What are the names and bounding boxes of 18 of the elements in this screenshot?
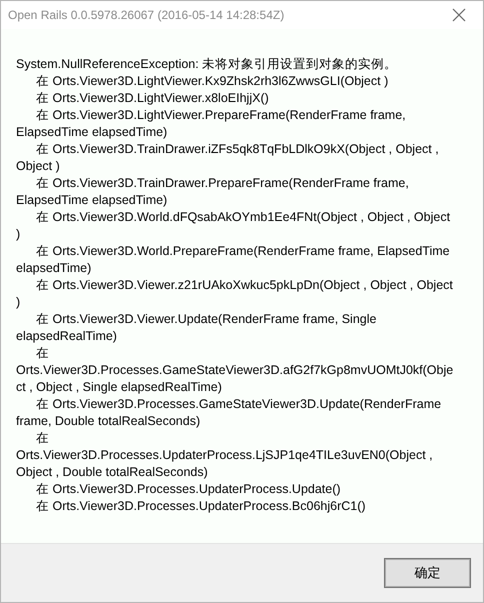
window-title: Open Rails 0.0.5978.26067 (2016-05-14 14:28:54Z)	[8, 8, 284, 22]
stack-trace-line: 在 Orts.Viewer3D.Processes.UpdaterProcess.Update()	[35, 481, 342, 498]
stack-trace-line: 在 Orts.Viewer3D.Viewer.z21rUAkoXwkuc5pkLpDn(Object , Object , Object )	[16, 277, 454, 311]
stack-trace-line: 在 Orts.Viewer3D.Processes.UpdaterProcess.LjSJP1qe4TILe3uvEN0(Object , Object , Double totalRealSeconds)	[16, 430, 434, 481]
close-icon	[452, 8, 466, 22]
error-message: System.NullReferenceException: 未将对象引用设置到对象的实例。	[16, 56, 398, 73]
stack-trace-line: 在 Orts.Viewer3D.Processes.GameStateViewer3D.afG2f7kGp8mvUOMtJ0kf(Object , Object , Single elapsedRealTime)	[16, 345, 454, 396]
ok-button[interactable]: 确定	[384, 558, 471, 588]
stack-trace-line: 在 Orts.Viewer3D.LightViewer.PrepareFrame(RenderFrame frame, ElapsedTime elapsedTime)	[16, 107, 407, 141]
stack-trace-line: 在 Orts.Viewer3D.World.dFQsabAkOYmb1Ee4FNt(Object , Object , Object )	[16, 209, 452, 243]
stack-trace-line: 在 Orts.Viewer3D.LightViewer.x8loEIhjjX()	[35, 90, 270, 107]
stack-trace-line: 在 Orts.Viewer3D.Viewer.Update(RenderFrame frame, Single elapsedRealTime)	[16, 311, 378, 345]
stack-trace-line: 在 Orts.Viewer3D.Processes.UpdaterProcess.Bc06hj6rC1()	[35, 498, 367, 515]
stack-trace-line: 在 Orts.Viewer3D.LightViewer.Kx9Zhsk2rh3l6ZwwsGLI(Object )	[35, 73, 390, 90]
stack-trace-line: 在 Orts.Viewer3D.TrainDrawer.PrepareFrame(RenderFrame frame, ElapsedTime elapsedTime)	[16, 175, 410, 209]
stack-trace-line: 在 Orts.Viewer3D.TrainDrawer.iZFs5qk8TqFbLDlkO9kX(Object , Object , Object )	[16, 141, 440, 175]
stack-trace-line: 在 Orts.Viewer3D.World.PrepareFrame(RenderFrame frame, ElapsedTime elapsedTime)	[16, 243, 451, 277]
stack-trace-line: 在 Orts.Viewer3D.Processes.GameStateViewer3D.Update(RenderFrame frame, Double totalRealSeconds)	[16, 396, 442, 430]
